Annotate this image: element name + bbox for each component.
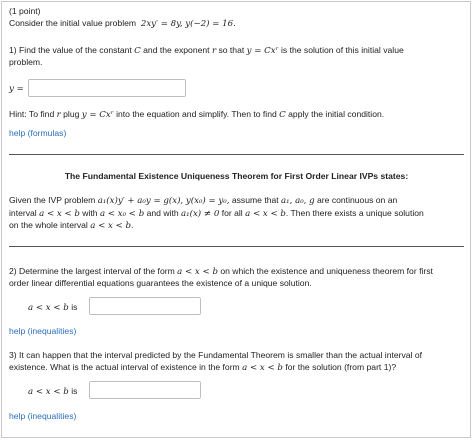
theorem-text-2c: and with [146, 208, 179, 218]
part2-label-is: is [71, 302, 78, 312]
theorem-line-1: Given the IVP problem a₁(x)y′ + a₀y = g(… [9, 195, 464, 207]
theorem-ivp-equation: a₁(x)y′ + a₀y = g(x), y(x₀) = y₀, [97, 196, 230, 206]
part1-hint: Hint: To find r plug y = Cxʳ into the eq… [9, 109, 464, 121]
part3-label-interval: a < x < b [28, 387, 69, 397]
hint-var-c: C [279, 110, 286, 120]
theorem-interval-3: a < x < b [245, 209, 286, 219]
problem-intro: Consider the initial value problem [9, 18, 137, 28]
theorem-coefficients: a₁, a₀, g [281, 196, 315, 206]
theorem-text-2b: with [82, 208, 98, 218]
theorem-interval-4: a < x < b [90, 221, 132, 231]
theorem-nonzero: a₁(x) ≠ 0 [181, 209, 220, 219]
theorem-text-1c: are continuous on an [317, 195, 398, 205]
part2-question-cont: order linear differential equations guar… [9, 278, 312, 288]
part1-var-r: r [211, 46, 217, 56]
y-answer-input[interactable] [28, 79, 186, 97]
part3-question-cont: existence. What is the actual interval o… [9, 362, 464, 374]
part1-text-b: and the exponent [143, 45, 210, 55]
part2-interval: a < x < b [177, 267, 218, 277]
part2-interval-input[interactable] [89, 297, 201, 315]
theorem-interval-1: a < x < b [39, 209, 80, 219]
hint-text-d: apply the initial condition. [288, 109, 385, 119]
hint-text-b: plug [63, 109, 80, 119]
theorem-text-3b: . [131, 220, 134, 230]
part3-text-b: for the solution (from part 1)? [285, 362, 397, 372]
theorem-text-1a: Given the IVP problem [9, 195, 96, 205]
part2-help-wrap: help (inequalities) [9, 326, 76, 337]
theorem-text-3a: on the whole interval [9, 220, 88, 230]
help-inequalities-link-1[interactable]: help (inequalities) [9, 326, 76, 336]
part3-help-wrap: help (inequalities) [9, 411, 76, 422]
part3-text-a: existence. What is the actual interval o… [9, 362, 240, 372]
divider-top [9, 154, 464, 155]
part3-input-label: a < x < b is [28, 386, 77, 398]
part2-question: 2) Determine the largest interval of the… [9, 266, 464, 278]
part1-question-cont: problem. [9, 57, 43, 67]
help-formulas-link[interactable]: help (formulas) [9, 128, 66, 138]
help-inequalities-link-2[interactable]: help (inequalities) [9, 411, 76, 421]
part2-input-label: a < x < b is [28, 302, 77, 314]
part2-label-interval: a < x < b [28, 303, 69, 313]
hint-text-a: Hint: To find [9, 109, 55, 119]
part3-label-is: is [71, 386, 78, 396]
theorem-line-2: interval a < x < b with a < x₀ < b and w… [9, 208, 464, 220]
problem-statement: Consider the initial value problem 2xy′ … [9, 18, 464, 30]
divider-bottom [9, 246, 464, 247]
part2-text-a: 2) Determine the largest interval of the… [9, 266, 175, 276]
theorem-text-2a: interval [9, 208, 37, 218]
part1-text-a: 1) Find the value of the constant [9, 45, 132, 55]
part1-help-wrap: help (formulas) [9, 128, 66, 139]
part3-question: 3) It can happen that the interval predi… [9, 350, 423, 360]
theorem-text-2e: . Then there exists a unique solution [285, 208, 424, 218]
part1-question: 1) Find the value of the constant C and … [9, 45, 464, 57]
part2-text-b: on which the existence and uniqueness th… [220, 266, 433, 276]
theorem-title: The Fundamental Existence Uniqueness The… [64, 171, 409, 181]
part1-condition: y = Cxʳ [246, 46, 279, 56]
hint-var-r: r [56, 110, 61, 120]
y-input-label: y = [9, 84, 24, 94]
part3-interval-input[interactable] [89, 381, 201, 399]
theorem-interval-2: a < x₀ < b [99, 209, 145, 219]
theorem-line-3: on the whole interval a < x < b. [9, 220, 464, 232]
hint-text-c: into the equation and simplify. Then to … [116, 109, 277, 119]
problem-panel: (1 point) Consider the initial value pro… [1, 1, 471, 438]
points-label: (1 point) [9, 6, 41, 16]
theorem-text-1b: assume that [231, 195, 279, 205]
part3-interval: a < x < b [242, 363, 283, 373]
problem-equation: 2xy′ = 8y, y(−2) = 16. [140, 19, 236, 29]
hint-equation: y = Cxʳ [81, 110, 114, 120]
part1-text-c: so that [218, 45, 245, 55]
part1-text-d: is the solution of this initial value [280, 45, 404, 55]
theorem-text-2d: for all [221, 208, 243, 218]
part1-var-c: C [134, 46, 141, 56]
